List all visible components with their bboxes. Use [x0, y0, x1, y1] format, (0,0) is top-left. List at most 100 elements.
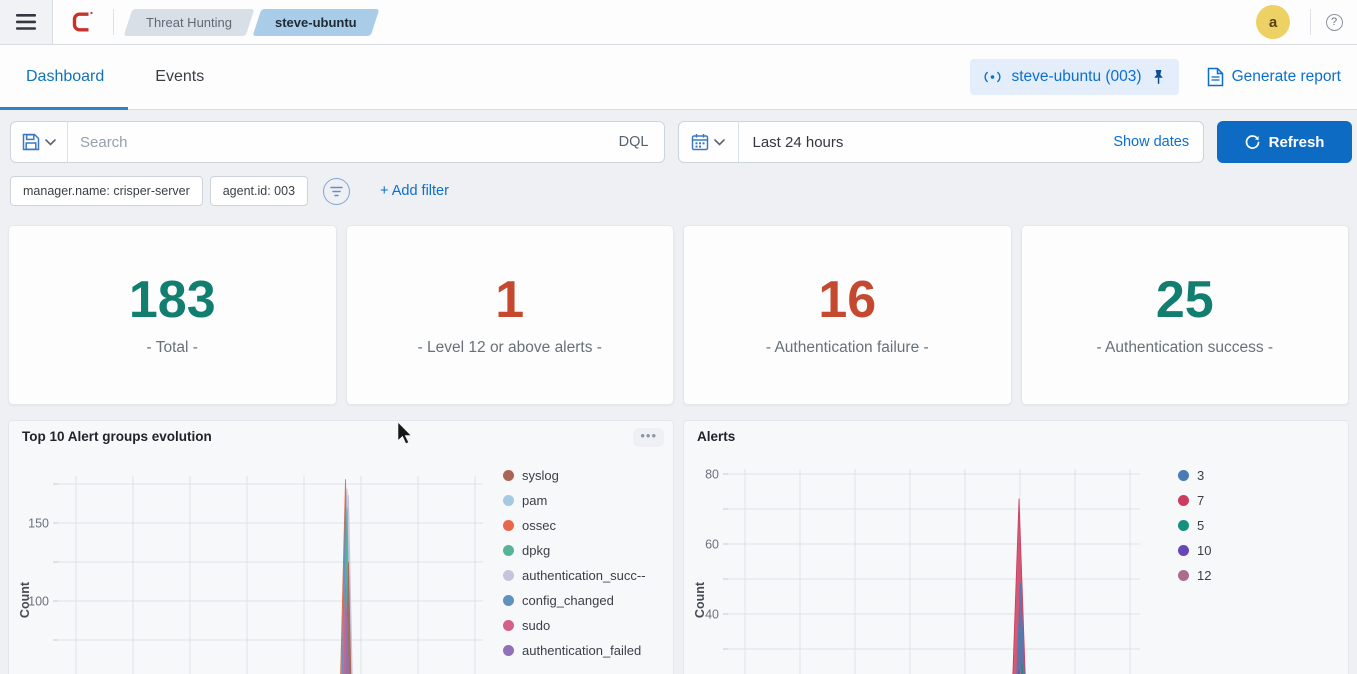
- stat-cards-row: 183 - Total - 1 - Level 12 or above aler…: [8, 225, 1349, 405]
- chart-legend: syslog pam ossec dpkg authentication_succ--c…: [503, 468, 646, 658]
- breadcrumb-module[interactable]: Threat Hunting: [128, 9, 250, 36]
- legend-label: sudo: [522, 618, 550, 633]
- tab-events[interactable]: Events: [128, 45, 231, 109]
- legend-item[interactable]: sudo: [503, 618, 646, 633]
- save-icon: [22, 133, 40, 151]
- module-tab-bar: Dashboard Events steve-ubuntu (003) Gene…: [0, 45, 1357, 110]
- legend-color-dot: [1178, 495, 1189, 506]
- stat-value: 25: [1156, 274, 1214, 326]
- legend-item[interactable]: 3: [1178, 468, 1211, 483]
- report-document-icon: [1207, 67, 1224, 87]
- saved-queries-button[interactable]: [11, 122, 68, 162]
- legend-item[interactable]: 12: [1178, 568, 1211, 583]
- legend-item[interactable]: 10: [1178, 543, 1211, 558]
- stat-value: 1: [495, 274, 524, 326]
- date-picker: Last 24 hours Show dates: [678, 121, 1205, 163]
- svg-text:60: 60: [705, 538, 719, 552]
- top-navigation-bar: Threat Hunting steve-ubuntu a ?: [0, 0, 1357, 45]
- legend-label: dpkg: [522, 543, 550, 558]
- y-axis-label: Count: [18, 570, 32, 630]
- legend-item[interactable]: dpkg: [503, 543, 646, 558]
- legend-item[interactable]: authentication_succ--: [503, 568, 646, 583]
- legend-label: 12: [1197, 568, 1211, 583]
- legend-color-dot: [503, 645, 514, 656]
- stat-label: - Total -: [147, 339, 198, 357]
- query-bar: DQL Last 24 hours Show dates Refresh: [10, 121, 1352, 163]
- y-axis-label: Count: [693, 570, 707, 630]
- stat-value: 183: [129, 274, 216, 326]
- stat-label: - Authentication success -: [1096, 339, 1273, 357]
- agent-selector-pill[interactable]: steve-ubuntu (003): [970, 59, 1178, 95]
- time-range-label[interactable]: Last 24 hours: [739, 134, 1114, 151]
- stat-card-auth-failure: 16 - Authentication failure -: [683, 225, 1012, 405]
- legend-label: authentication_failed: [522, 643, 641, 658]
- legend-label: 7: [1197, 493, 1204, 508]
- stat-value: 16: [818, 274, 876, 326]
- breadcrumb: Threat Hunting steve-ubuntu: [128, 9, 375, 36]
- panel-title: Alerts: [697, 429, 735, 444]
- legend-label: pam: [522, 493, 547, 508]
- chevron-down-icon: [714, 139, 725, 146]
- generate-report-button[interactable]: Generate report: [1207, 67, 1341, 87]
- svg-text:150: 150: [28, 517, 49, 531]
- legend-color-dot: [503, 520, 514, 531]
- hamburger-menu-icon[interactable]: [0, 0, 53, 44]
- chevron-down-icon: [45, 139, 56, 146]
- stat-card-level12: 1 - Level 12 or above alerts -: [346, 225, 675, 405]
- panel-alerts: Alerts Count 806040 3751012: [683, 420, 1349, 674]
- legend-label: 10: [1197, 543, 1211, 558]
- legend-color-dot: [1178, 570, 1189, 581]
- filter-pill-manager-name[interactable]: manager.name: crisper-server: [10, 176, 203, 206]
- filter-bar: manager.name: crisper-server agent.id: 0…: [10, 176, 1357, 206]
- legend-label: config_changed: [522, 593, 614, 608]
- charts-row: Top 10 Alert groups evolution ••• Count …: [8, 420, 1349, 674]
- legend-item[interactable]: syslog: [503, 468, 646, 483]
- legend-label: 3: [1197, 468, 1204, 483]
- legend-item[interactable]: config_changed: [503, 593, 646, 608]
- agent-selector-label: steve-ubuntu (003): [1011, 68, 1141, 86]
- stat-label: - Level 12 or above alerts -: [418, 339, 602, 357]
- date-quick-select-button[interactable]: [679, 122, 739, 162]
- legend-item[interactable]: 5: [1178, 518, 1211, 533]
- avatar[interactable]: a: [1256, 5, 1290, 39]
- chart-legend: 3 7 5 10 12: [1178, 468, 1211, 583]
- area-chart: 806040: [684, 421, 1349, 674]
- legend-color-dot: [503, 545, 514, 556]
- legend-color-dot: [1178, 520, 1189, 531]
- legend-color-dot: [503, 595, 514, 606]
- query-language-button[interactable]: DQL: [604, 134, 664, 150]
- legend-item[interactable]: authentication_failed: [503, 643, 646, 658]
- legend-color-dot: [503, 570, 514, 581]
- filter-options-icon[interactable]: [323, 178, 350, 205]
- add-filter-button[interactable]: + Add filter: [380, 183, 449, 199]
- filter-pill-agent-id[interactable]: agent.id: 003: [210, 176, 308, 206]
- show-dates-button[interactable]: Show dates: [1113, 134, 1203, 150]
- legend-item[interactable]: pam: [503, 493, 646, 508]
- calendar-icon: [691, 133, 709, 151]
- search-input[interactable]: [68, 134, 604, 151]
- legend-color-dot: [503, 620, 514, 631]
- breadcrumb-agent[interactable]: steve-ubuntu: [257, 9, 375, 36]
- legend-label: ossec: [522, 518, 556, 533]
- legend-label: 5: [1197, 518, 1204, 533]
- legend-label: syslog: [522, 468, 559, 483]
- refresh-button[interactable]: Refresh: [1217, 121, 1352, 163]
- stat-label: - Authentication failure -: [766, 339, 929, 357]
- legend-label: authentication_succ--: [522, 568, 646, 583]
- panel-options-icon[interactable]: •••: [633, 428, 664, 447]
- pin-icon[interactable]: [1151, 69, 1166, 85]
- refresh-icon: [1245, 135, 1260, 150]
- legend-item[interactable]: 7: [1178, 493, 1211, 508]
- legend-item[interactable]: ossec: [503, 518, 646, 533]
- panel-title: Top 10 Alert groups evolution: [22, 429, 212, 444]
- stat-card-total: 183 - Total -: [8, 225, 337, 405]
- legend-color-dot: [503, 495, 514, 506]
- help-icon[interactable]: ?: [1311, 0, 1357, 44]
- legend-color-dot: [1178, 470, 1189, 481]
- svg-text:40: 40: [705, 608, 719, 622]
- divider: [113, 9, 114, 35]
- app-logo[interactable]: [53, 10, 113, 34]
- tab-dashboard[interactable]: Dashboard: [0, 45, 128, 109]
- panel-alert-groups-evolution: Top 10 Alert groups evolution ••• Count …: [8, 420, 674, 674]
- legend-color-dot: [503, 470, 514, 481]
